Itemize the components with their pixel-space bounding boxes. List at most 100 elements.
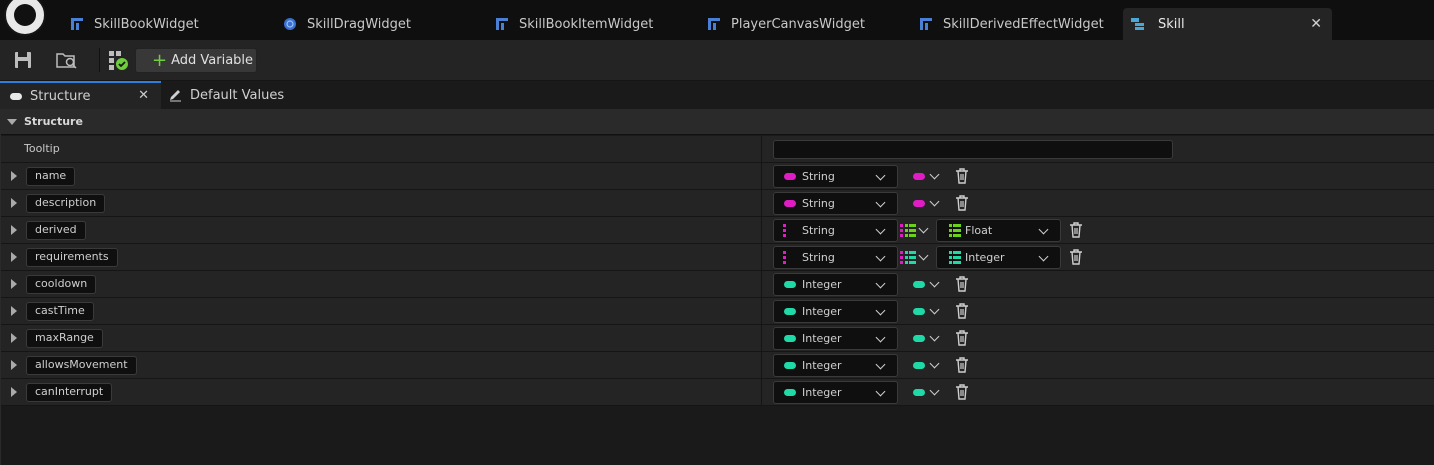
- variable-name-field[interactable]: derived: [26, 221, 86, 240]
- variable-name-field[interactable]: cooldown: [26, 275, 97, 294]
- variable-type-dropdown[interactable]: String: [773, 246, 898, 269]
- expand-arrow-icon[interactable]: [11, 225, 17, 235]
- container-type-icon[interactable]: [913, 362, 925, 369]
- variable-type-dropdown[interactable]: String: [773, 192, 898, 215]
- variable-type-dropdown[interactable]: Integer: [773, 381, 898, 404]
- container-type-icon[interactable]: [913, 281, 925, 288]
- variable-name-field[interactable]: name: [26, 167, 76, 186]
- delete-icon[interactable]: [1069, 249, 1083, 265]
- tooltip-label: Tooltip: [24, 142, 60, 155]
- tab-skillderivedeffectwidget[interactable]: SkillDerivedEffectWidget: [919, 8, 1104, 40]
- container-type-icon[interactable]: [913, 389, 925, 396]
- column-divider[interactable]: [761, 136, 762, 162]
- unreal-logo-icon[interactable]: [4, 0, 46, 36]
- column-divider[interactable]: [761, 298, 762, 324]
- column-divider[interactable]: [761, 379, 762, 405]
- plus-icon: +: [152, 49, 168, 71]
- value-type-label: Float: [965, 224, 993, 237]
- variable-type-dropdown[interactable]: Integer: [773, 354, 898, 377]
- expand-arrow-icon[interactable]: [11, 171, 17, 181]
- chevron-down-icon[interactable]: [929, 196, 940, 207]
- chevron-down-icon[interactable]: [929, 304, 940, 315]
- variable-name-field[interactable]: allowsMovement: [26, 356, 137, 375]
- tooltip-input[interactable]: [773, 140, 1173, 159]
- column-divider[interactable]: [761, 325, 762, 351]
- chevron-down-icon: [875, 251, 886, 262]
- variable-row: derived String Float: [1, 217, 1434, 244]
- structure-category-header[interactable]: Structure: [1, 109, 1434, 135]
- tab-skill[interactable]: Skill ✕: [1123, 8, 1332, 40]
- chevron-down-icon[interactable]: [929, 385, 940, 396]
- delete-icon[interactable]: [955, 330, 969, 346]
- container-type-icon[interactable]: [913, 200, 925, 207]
- save-button[interactable]: [8, 48, 38, 72]
- variable-name-field[interactable]: castTime: [26, 302, 94, 321]
- close-icon[interactable]: ✕: [138, 88, 149, 103]
- variable-type-dropdown[interactable]: Integer: [773, 273, 898, 296]
- variable-type-dropdown[interactable]: Integer: [773, 327, 898, 350]
- type-label: Integer: [802, 332, 842, 345]
- delete-icon[interactable]: [955, 195, 969, 211]
- variable-name-field[interactable]: maxRange: [26, 329, 103, 348]
- variable-type-dropdown[interactable]: String: [773, 165, 898, 188]
- map-value-type-dropdown[interactable]: Float: [936, 219, 1061, 242]
- type-pin-icon: [784, 173, 796, 180]
- compile-status-button[interactable]: [103, 48, 133, 72]
- map-container-icon[interactable]: [900, 223, 916, 239]
- expand-arrow-icon[interactable]: [11, 387, 17, 397]
- expand-arrow-icon[interactable]: [11, 252, 17, 262]
- delete-icon[interactable]: [955, 357, 969, 373]
- chevron-down-icon[interactable]: [929, 169, 940, 180]
- tab-structure[interactable]: Structure ✕: [0, 81, 161, 109]
- chevron-down-icon[interactable]: [929, 331, 940, 342]
- container-type-icon[interactable]: [913, 335, 925, 342]
- variable-row: cooldown Integer: [1, 271, 1434, 298]
- expand-arrow-icon[interactable]: [11, 279, 17, 289]
- value-type-label: Integer: [965, 251, 1005, 264]
- variable-type-dropdown[interactable]: String: [773, 219, 898, 242]
- column-divider[interactable]: [761, 163, 762, 189]
- chevron-down-icon: [875, 197, 886, 208]
- tab-default-values[interactable]: Default Values: [168, 81, 284, 109]
- tab-skillbookwidget[interactable]: SkillBookWidget: [70, 8, 199, 40]
- chevron-down-icon[interactable]: [918, 250, 929, 261]
- expand-arrow-icon[interactable]: [11, 360, 17, 370]
- container-type-icon[interactable]: [913, 308, 925, 315]
- delete-icon[interactable]: [1069, 222, 1083, 238]
- column-divider[interactable]: [761, 217, 762, 243]
- delete-icon[interactable]: [955, 384, 969, 400]
- browse-button[interactable]: [52, 48, 82, 72]
- expand-arrow-icon[interactable]: [11, 306, 17, 316]
- expand-arrow-icon[interactable]: [11, 198, 17, 208]
- chevron-down-icon[interactable]: [929, 277, 940, 288]
- variable-type-dropdown[interactable]: Integer: [773, 300, 898, 323]
- close-icon[interactable]: ✕: [1310, 16, 1322, 32]
- variable-name-field[interactable]: description: [26, 194, 106, 213]
- map-container-icon[interactable]: [900, 250, 916, 266]
- string-key-icon: [783, 224, 786, 238]
- chevron-down-icon[interactable]: [929, 358, 940, 369]
- add-variable-button[interactable]: + Add Variable: [135, 48, 257, 73]
- delete-icon[interactable]: [955, 276, 969, 292]
- tab-skillbookitemwidget[interactable]: SkillBookItemWidget: [495, 8, 653, 40]
- delete-icon[interactable]: [955, 168, 969, 184]
- chevron-down-icon[interactable]: [918, 223, 929, 234]
- container-type-icon[interactable]: [913, 173, 925, 180]
- tab-skilldragwidget[interactable]: SkillDragWidget: [283, 8, 411, 40]
- type-label: Integer: [802, 278, 842, 291]
- column-divider[interactable]: [761, 190, 762, 216]
- variable-name-field[interactable]: requirements: [26, 248, 118, 267]
- variable-row: description String: [1, 190, 1434, 217]
- delete-icon[interactable]: [955, 303, 969, 319]
- variable-name-field[interactable]: canInterrupt: [26, 383, 113, 402]
- tab-default-values-label: Default Values: [190, 87, 285, 103]
- column-divider[interactable]: [761, 352, 762, 378]
- map-value-type-dropdown[interactable]: Integer: [936, 246, 1061, 269]
- type-label: String: [802, 224, 835, 237]
- expand-arrow-icon[interactable]: [11, 333, 17, 343]
- tab-playercanvaswidget[interactable]: PlayerCanvasWidget: [707, 8, 865, 40]
- value-type-icon: [949, 251, 961, 264]
- column-divider[interactable]: [761, 271, 762, 297]
- column-divider[interactable]: [761, 244, 762, 270]
- chevron-down-icon: [875, 224, 886, 235]
